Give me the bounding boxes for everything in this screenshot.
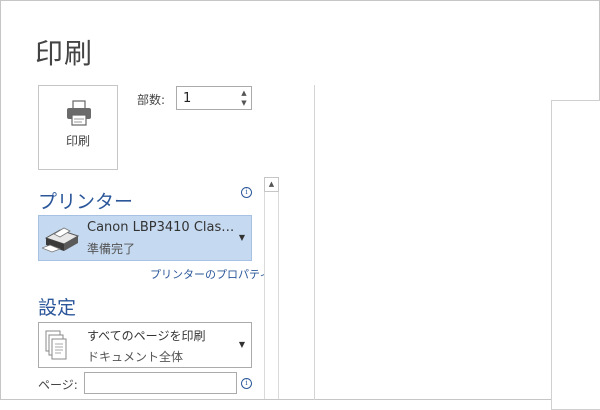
print-button[interactable]: 印刷 bbox=[38, 85, 118, 170]
settings-scrollbar[interactable] bbox=[264, 177, 279, 399]
printer-properties-link[interactable]: プリンターのプロパティ bbox=[150, 266, 270, 282]
copies-down-arrow-icon[interactable]: ▼ bbox=[239, 98, 249, 108]
settings-heading: 設定 bbox=[38, 297, 77, 319]
pages-label: ページ: bbox=[38, 378, 78, 392]
page-title: 印刷 bbox=[35, 37, 94, 70]
printer-dropdown[interactable]: Canon LBP3410 Clas… 準備完了 ▼ bbox=[38, 215, 252, 261]
copies-stepper: ▲ ▼ bbox=[176, 86, 252, 110]
copies-input[interactable] bbox=[177, 87, 241, 109]
printer-heading: プリンター bbox=[38, 191, 134, 213]
pages-input[interactable] bbox=[84, 372, 237, 394]
printer-device-icon bbox=[40, 224, 82, 258]
printer-info-icon[interactable]: i bbox=[241, 187, 252, 198]
print-range-description: ドキュメント全体 bbox=[87, 350, 184, 364]
copies-up-arrow-icon[interactable]: ▲ bbox=[239, 88, 249, 98]
printer-dropdown-arrow-icon: ▼ bbox=[238, 233, 245, 242]
panel-divider bbox=[314, 85, 315, 400]
scroll-up-arrow-icon[interactable]: ▲ bbox=[264, 177, 279, 192]
printer-icon bbox=[66, 100, 92, 130]
print-range-value: すべてのページを印刷 bbox=[87, 329, 206, 343]
print-preview-page bbox=[551, 100, 600, 410]
pages-stack-icon bbox=[45, 330, 69, 366]
print-range-dropdown-arrow-icon: ▼ bbox=[238, 340, 245, 349]
print-range-dropdown[interactable]: すべてのページを印刷 ドキュメント全体 ▼ bbox=[38, 322, 252, 368]
pages-info-icon[interactable]: i bbox=[241, 378, 252, 389]
printer-name: Canon LBP3410 Clas… bbox=[87, 220, 235, 235]
copies-label: 部数: bbox=[137, 93, 166, 107]
print-button-label: 印刷 bbox=[65, 134, 90, 148]
printer-status: 準備完了 bbox=[87, 242, 136, 256]
